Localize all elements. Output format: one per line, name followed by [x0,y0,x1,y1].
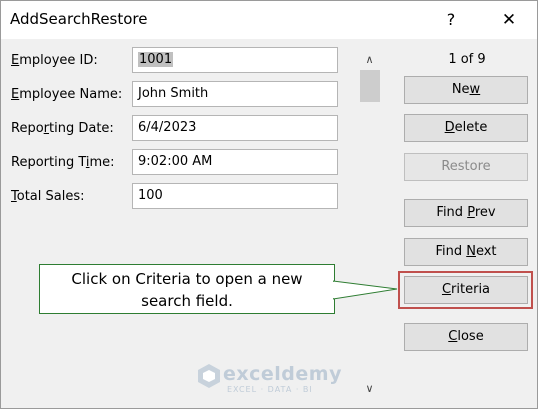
record-scrollbar[interactable]: ∧ ∨ [358,48,381,400]
scroll-down-arrow-icon[interactable]: ∨ [358,379,381,399]
reporting-time-value: 9:02:00 AM [138,154,213,169]
employee-id-field[interactable]: 1001 [132,47,338,73]
scroll-up-arrow-icon[interactable]: ∧ [358,50,381,70]
reporting-date-field[interactable]: 6/4/2023 [132,115,338,141]
reporting-time-field[interactable]: 9:02:00 AM [132,149,338,175]
employee-name-value: John Smith [138,86,209,101]
employee-name-field[interactable]: John Smith [132,81,338,107]
criteria-button[interactable]: Criteria [404,276,528,304]
exceldemy-logo-icon [198,364,220,388]
reporting-date-label: Reporting Date: [11,121,114,136]
reporting-date-value: 6/4/2023 [138,120,197,135]
restore-button[interactable]: Restore [404,153,528,181]
scroll-thumb[interactable] [360,70,380,102]
employee-id-label: Employee ID: [11,53,98,68]
close-button[interactable]: Close [404,323,528,351]
watermark-tagline: EXCEL · DATA · BI [227,385,313,394]
employee-id-value: 1001 [138,52,174,67]
callout-pointer-arrow-icon [333,280,398,300]
help-button[interactable]: ? [437,7,465,33]
record-counter: 1 of 9 [448,52,486,67]
total-sales-field[interactable]: 100 [132,183,338,209]
delete-button[interactable]: Delete [404,114,528,142]
total-sales-label: Total Sales: [11,189,85,204]
callout-line-1: Click on Criteria to open a new [71,270,303,288]
callout-line-2: search field. [141,292,233,310]
addsearchrestore-dialog: AddSearchRestore ? ✕ Employee ID: Employ… [0,0,538,409]
find-next-button[interactable]: Find Next [404,238,528,266]
reporting-time-label: Reporting Time: [11,155,115,170]
close-window-button[interactable]: ✕ [494,7,524,33]
instruction-callout: Click on Criteria to open a new search f… [39,264,335,314]
title-bar: AddSearchRestore ? ✕ [1,1,537,39]
watermark-name: exceldemy [223,363,342,385]
employee-name-label: Employee Name: [11,87,123,102]
total-sales-value: 100 [138,188,163,203]
find-prev-button[interactable]: Find Prev [404,199,528,227]
new-button[interactable]: New [404,76,528,104]
window-title: AddSearchRestore [10,10,148,28]
